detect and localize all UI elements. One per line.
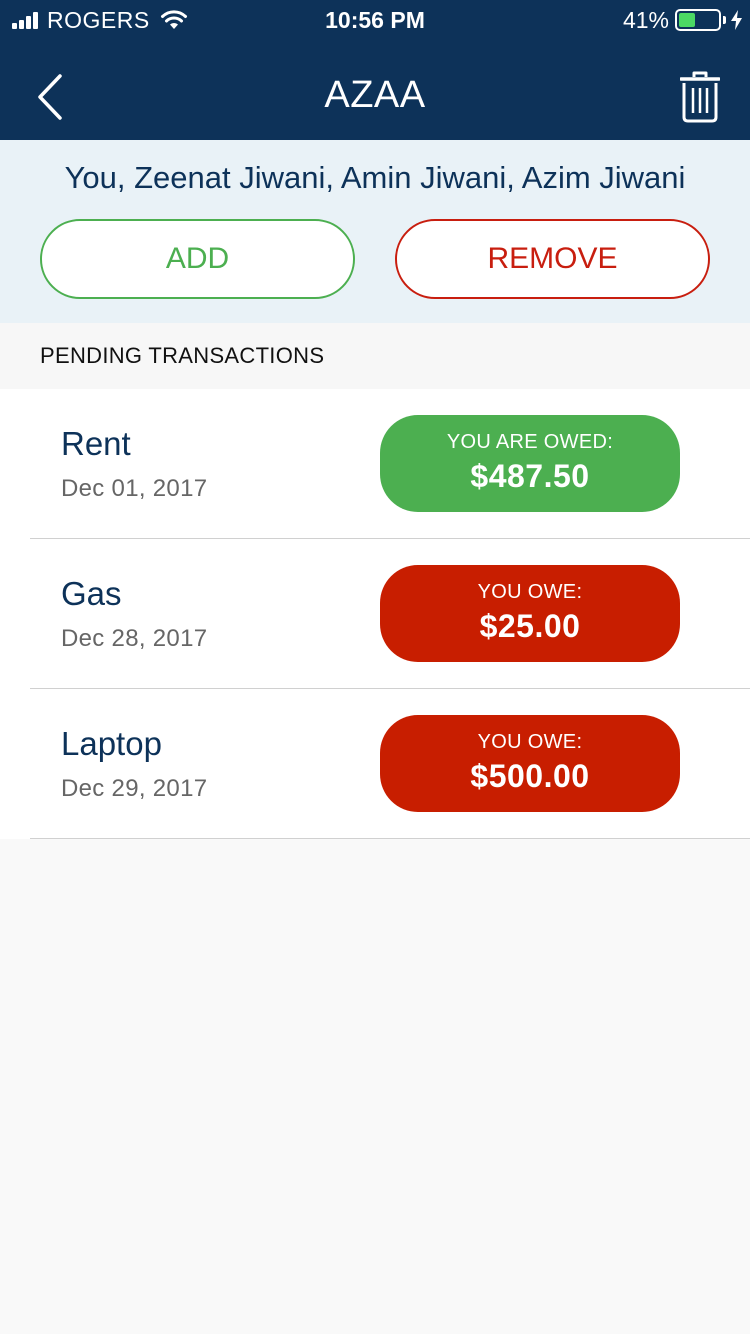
battery-percent: 41% bbox=[622, 6, 669, 33]
transaction-date: Dec 29, 2017 bbox=[61, 775, 208, 802]
balance-pill[interactable]: YOU OWE: $500.00 bbox=[380, 715, 680, 812]
transaction-list: Rent Dec 01, 2017 YOU ARE OWED: $487.50 … bbox=[0, 389, 750, 839]
balance-amount: $487.50 bbox=[470, 458, 590, 494]
balance-label: YOU OWE: bbox=[477, 581, 583, 603]
balance-pill[interactable]: YOU ARE OWED: $487.50 bbox=[380, 415, 680, 512]
app-header: ROGERS 10:56 PM 41% AZAA bbox=[0, 0, 750, 140]
status-bar-right: 41% bbox=[623, 7, 742, 33]
charging-bolt-icon bbox=[731, 10, 742, 30]
section-title: PENDING TRANSACTIONS bbox=[40, 343, 325, 368]
members-panel: You, Zeenat Jiwani, Amin Jiwani, Azim Ji… bbox=[0, 140, 750, 323]
transaction-title: Gas bbox=[61, 575, 122, 612]
delete-group-button[interactable] bbox=[676, 68, 724, 126]
transaction-date: Dec 28, 2017 bbox=[61, 625, 208, 652]
remove-member-button[interactable]: REMOVE bbox=[395, 219, 710, 299]
battery-tip bbox=[723, 16, 726, 24]
transaction-title: Laptop bbox=[61, 725, 162, 762]
balance-amount: $500.00 bbox=[470, 758, 590, 794]
transaction-date: Dec 01, 2017 bbox=[61, 475, 208, 502]
transaction-title: Rent bbox=[61, 425, 131, 462]
member-list: You, Zeenat Jiwani, Amin Jiwani, Azim Ji… bbox=[64, 160, 686, 195]
status-bar: ROGERS 10:56 PM 41% bbox=[0, 0, 750, 40]
transaction-row[interactable]: Rent Dec 01, 2017 YOU ARE OWED: $487.50 bbox=[0, 389, 750, 539]
section-header: PENDING TRANSACTIONS bbox=[0, 323, 750, 389]
page-title: AZAA bbox=[324, 74, 426, 116]
balance-label: YOU OWE: bbox=[477, 731, 583, 753]
battery-icon bbox=[675, 9, 721, 31]
row-divider bbox=[30, 838, 750, 839]
transaction-row[interactable]: Laptop Dec 29, 2017 YOU OWE: $500.00 bbox=[0, 689, 750, 839]
add-member-button[interactable]: ADD bbox=[40, 219, 355, 299]
balance-label: YOU ARE OWED: bbox=[446, 431, 614, 453]
battery-fill bbox=[679, 13, 695, 27]
transaction-row[interactable]: Gas Dec 28, 2017 YOU OWE: $25.00 bbox=[0, 539, 750, 689]
trash-icon bbox=[680, 71, 720, 123]
balance-pill[interactable]: YOU OWE: $25.00 bbox=[380, 565, 680, 662]
balance-amount: $25.00 bbox=[479, 608, 581, 644]
